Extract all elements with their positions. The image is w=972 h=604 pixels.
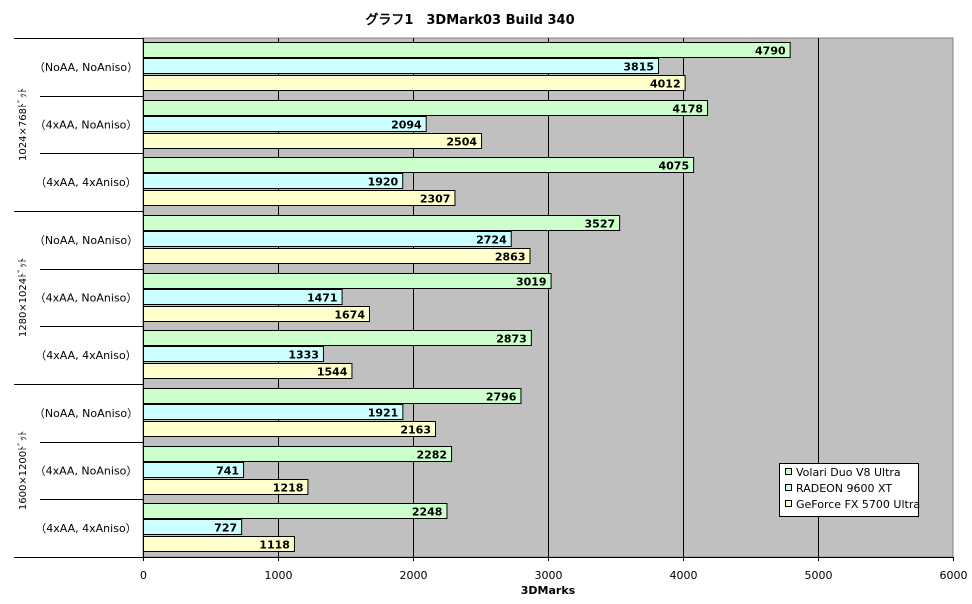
group-label: 1280×1024ﾄﾞｯﾄ (17, 258, 29, 337)
category-label: （NoAA, NoAniso） (34, 234, 138, 247)
bar-value-label: 1921 (368, 407, 399, 420)
bar-value-label: 1118 (259, 539, 290, 552)
category-label: （4xAA, NoAniso） (35, 119, 138, 132)
bar (143, 330, 532, 346)
bar-value-label: 2163 (400, 424, 431, 437)
x-tick-label: 5000 (805, 569, 833, 582)
bar (143, 503, 448, 519)
legend: Volari Duo V8 Ultra RADEON 9600 XT GeForce… (779, 463, 920, 517)
group-label: 1024×768ﾄﾞｯﾄ (17, 88, 29, 161)
legend-swatch (785, 484, 792, 491)
bar (143, 42, 791, 58)
chart-figure: グラフ1 3DMark03 Build 340 4790 3815 4012 4178… (0, 0, 972, 604)
bar-value-label: 3019 (516, 276, 547, 289)
bar (143, 100, 709, 116)
bar-value-label: 4012 (650, 78, 681, 91)
bar (143, 190, 456, 206)
x-tick-label: 4000 (670, 569, 698, 582)
bar-value-label: 2307 (420, 193, 451, 206)
group-label: 1600×1200ﾄﾞｯﾄ (17, 431, 29, 510)
bar-value-label: 1471 (307, 292, 338, 305)
legend-swatch (785, 468, 792, 475)
bar-value-label: 3815 (623, 61, 654, 74)
x-tick-label: 3000 (535, 569, 563, 582)
bar-value-label: 4790 (755, 45, 786, 58)
bar (143, 248, 531, 264)
category-label: （4xAA, 4xAniso） (35, 522, 136, 535)
bar-value-label: 741 (216, 465, 239, 478)
bar-value-label: 2796 (486, 391, 517, 404)
bar (143, 231, 512, 247)
bar (143, 133, 483, 149)
bar-value-label: 3527 (585, 218, 616, 231)
bar-value-label: 2282 (416, 449, 447, 462)
category-label: （4xAA, NoAniso） (35, 292, 138, 305)
bar-value-label: 2724 (476, 234, 507, 247)
bar (143, 273, 552, 289)
legend-label: GeForce FX 5700 Ultra (796, 498, 920, 511)
bar (143, 446, 453, 462)
bar (143, 116, 427, 132)
bar-value-label: 1218 (273, 482, 304, 495)
legend-label: Volari Duo V8 Ultra (796, 466, 901, 479)
bar-value-label: 2248 (412, 506, 443, 519)
x-tick-label: 2000 (400, 569, 428, 582)
bar-value-label: 2863 (495, 251, 526, 264)
bar-value-label: 2094 (391, 119, 422, 132)
x-tick-label: 0 (140, 569, 147, 582)
category-label: （NoAA, NoAniso） (34, 61, 138, 74)
bar-value-label: 1544 (317, 366, 348, 379)
bar (143, 404, 404, 420)
bar (143, 388, 522, 404)
bar-value-label: 4178 (672, 103, 703, 116)
legend-label: RADEON 9600 XT (796, 482, 892, 495)
bar-chart: グラフ1 3DMark03 Build 340 4790 3815 4012 4178… (0, 0, 972, 604)
chart-title: グラフ1 3DMark03 Build 340 (365, 12, 574, 28)
bar (143, 173, 404, 189)
bar (143, 215, 621, 231)
bar-value-label: 2873 (496, 333, 527, 346)
bar-value-label: 1674 (334, 309, 365, 322)
bar-value-label: 4075 (659, 160, 690, 173)
legend-swatch (785, 500, 792, 507)
x-tick-label: 1000 (265, 569, 293, 582)
bar (143, 157, 695, 173)
bar-value-label: 2504 (446, 136, 477, 149)
bar-value-label: 1920 (368, 176, 399, 189)
bar (143, 421, 437, 437)
bar (143, 75, 686, 91)
category-label: （4xAA, NoAniso） (35, 465, 138, 478)
x-tick-label: 6000 (940, 569, 968, 582)
x-axis-label: 3DMarks (521, 584, 576, 597)
category-label: （4xAA, 4xAniso） (35, 176, 136, 189)
bar (143, 58, 660, 74)
bar-value-label: 1333 (288, 349, 319, 362)
bar-value-label: 727 (214, 522, 237, 535)
category-label: （4xAA, 4xAniso） (35, 349, 136, 362)
category-label: （NoAA, NoAniso） (34, 407, 138, 420)
